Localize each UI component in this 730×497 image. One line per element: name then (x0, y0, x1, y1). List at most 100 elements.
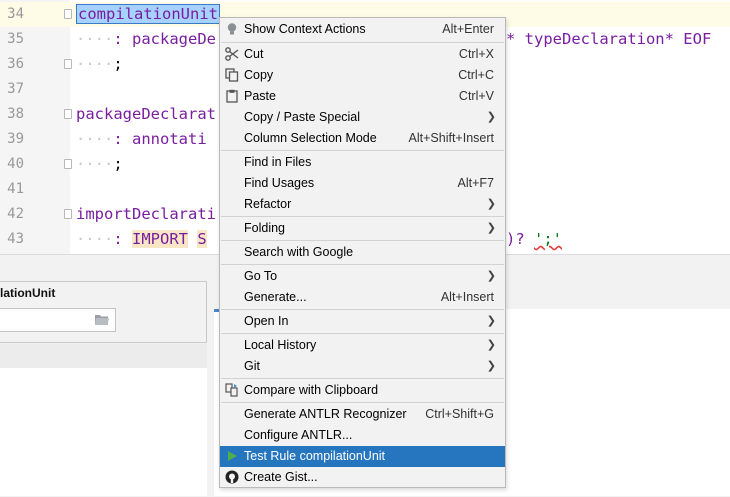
menu-item-label: Find Usages (244, 176, 315, 190)
menu-item-label: Test Rule compilationUnit (244, 449, 386, 463)
menu-separator (221, 240, 504, 241)
menu-separator (221, 216, 504, 217)
menu-item-label: Generate ANTLR Recognizer (244, 407, 407, 421)
line-number: 41 (7, 181, 24, 197)
code-text: ; (113, 155, 123, 173)
menu-item-go-to[interactable]: Go To ❯ (220, 266, 505, 287)
menu-item-cut[interactable]: Cut Ctrl+X (220, 44, 505, 65)
menu-item-column-selection-mode[interactable]: Column Selection Mode Alt+Shift+Insert (220, 128, 505, 149)
line-number: 35 (7, 31, 24, 47)
fold-marker-icon[interactable] (64, 59, 72, 69)
submenu-arrow-icon: ❯ (486, 111, 496, 123)
menu-item-label: Copy / Paste Special (244, 110, 361, 124)
fold-marker-icon[interactable] (64, 159, 72, 169)
menu-item-create-gist[interactable]: Create Gist... (220, 467, 505, 488)
lightbulb-icon (227, 23, 237, 35)
scissors-icon (225, 47, 239, 61)
menu-item-label: Show Context Actions (244, 22, 366, 36)
menu-item-shortcut: Ctrl+C (458, 68, 494, 82)
line-number: 42 (7, 206, 24, 222)
clipboard-icon (226, 89, 238, 103)
code-text: ; (113, 55, 123, 73)
menu-item-label: Paste (244, 89, 276, 103)
antlr-preview-panel: lationUnit (0, 281, 207, 343)
menu-item-shortcut: Ctrl+X (458, 47, 494, 61)
menu-item-label: Open In (244, 314, 289, 328)
submenu-arrow-icon: ❯ (486, 339, 496, 351)
panel-strip (0, 344, 207, 368)
submenu-arrow-icon: ❯ (486, 222, 496, 234)
menu-item-label: Refactor (244, 197, 292, 211)
menu-separator (221, 402, 504, 403)
line-number: 38 (7, 106, 24, 122)
menu-separator (221, 378, 504, 379)
context-menu: Show Context Actions Alt+Enter Cut Ctrl+… (219, 17, 506, 488)
rule-name: importDeclarati (76, 205, 216, 223)
fold-marker-icon[interactable] (64, 109, 72, 119)
run-icon (228, 451, 237, 461)
menu-item-label: Find in Files (244, 155, 312, 169)
menu-item-label: Column Selection Mode (244, 131, 377, 145)
submenu-arrow-icon: ❯ (486, 360, 496, 372)
menu-item-shortcut: Ctrl+Shift+G (425, 407, 494, 421)
menu-item-find-usages[interactable]: Find Usages Alt+F7 (220, 173, 505, 194)
menu-item-git[interactable]: Git ❯ (220, 356, 505, 377)
line-number: 40 (7, 156, 24, 172)
menu-item-show-context-actions[interactable]: Show Context Actions Alt+Enter (220, 19, 505, 40)
code-text: )? (506, 230, 534, 248)
code-text: : packageDe (113, 30, 216, 48)
menu-item-local-history[interactable]: Local History ❯ (220, 335, 505, 356)
parse-tree-area[interactable] (0, 368, 207, 496)
menu-item-test-rule[interactable]: Test Rule compilationUnit (220, 446, 505, 467)
menu-item-label: Folding (244, 221, 285, 235)
menu-separator (221, 264, 504, 265)
menu-item-generate-antlr-recognizer[interactable]: Generate ANTLR Recognizer Ctrl+Shift+G (220, 404, 505, 425)
menu-item-refactor[interactable]: Refactor ❯ (220, 194, 505, 215)
menu-item-generate[interactable]: Generate... Alt+Insert (220, 287, 505, 308)
github-icon (225, 470, 239, 484)
rule-name: packageDeclarat (76, 105, 216, 123)
copy-icon (225, 68, 239, 82)
menu-item-paste[interactable]: Paste Ctrl+V (220, 86, 505, 107)
menu-item-configure-antlr[interactable]: Configure ANTLR... (220, 425, 505, 446)
keyword-token: S (197, 230, 207, 248)
menu-item-label: Configure ANTLR... (244, 428, 353, 442)
input-file-field[interactable] (0, 308, 116, 332)
code-text: : annotati (113, 130, 207, 148)
menu-item-find-in-files[interactable]: Find in Files (220, 152, 505, 173)
menu-item-shortcut: Alt+F7 (457, 176, 494, 190)
menu-item-label: Go To (244, 269, 278, 283)
menu-item-shortcut: Alt+Insert (440, 290, 494, 304)
selected-rule-name[interactable]: compilationUnit (76, 4, 220, 24)
menu-separator (221, 42, 504, 43)
compare-icon (225, 383, 238, 397)
fold-marker-icon[interactable] (64, 209, 72, 219)
menu-item-label: Create Gist... (244, 470, 318, 484)
submenu-arrow-icon: ❯ (486, 198, 496, 210)
menu-item-folding[interactable]: Folding ❯ (220, 218, 505, 239)
menu-item-copy-paste-special[interactable]: Copy / Paste Special ❯ (220, 107, 505, 128)
menu-item-copy[interactable]: Copy Ctrl+C (220, 65, 505, 86)
fold-marker-icon[interactable] (64, 9, 72, 19)
line-number: 43 (7, 231, 24, 247)
code-text: * typeDeclaration* EOF (506, 30, 712, 48)
menu-separator (221, 333, 504, 334)
menu-item-label: Git (244, 359, 260, 373)
menu-item-search-with-google[interactable]: Search with Google (220, 242, 505, 263)
menu-item-shortcut: Alt+Enter (442, 22, 494, 36)
line-number: 37 (7, 81, 24, 97)
keyword-token: IMPORT (132, 230, 188, 248)
string-literal: ';' (534, 230, 562, 248)
folder-open-icon[interactable] (95, 314, 109, 325)
menu-separator (221, 150, 504, 151)
panel-title: lationUnit (0, 286, 56, 300)
line-number: 34 (7, 6, 24, 22)
menu-item-label: Generate... (244, 290, 307, 304)
menu-item-label: Search with Google (244, 245, 354, 259)
menu-item-label: Copy (244, 68, 274, 82)
line-number: 36 (7, 56, 24, 72)
menu-item-open-in[interactable]: Open In ❯ (220, 311, 505, 332)
menu-item-compare-with-clipboard[interactable]: Compare with Clipboard (220, 380, 505, 401)
menu-item-label: Cut (244, 47, 264, 61)
menu-item-shortcut: Alt+Shift+Insert (408, 131, 494, 145)
